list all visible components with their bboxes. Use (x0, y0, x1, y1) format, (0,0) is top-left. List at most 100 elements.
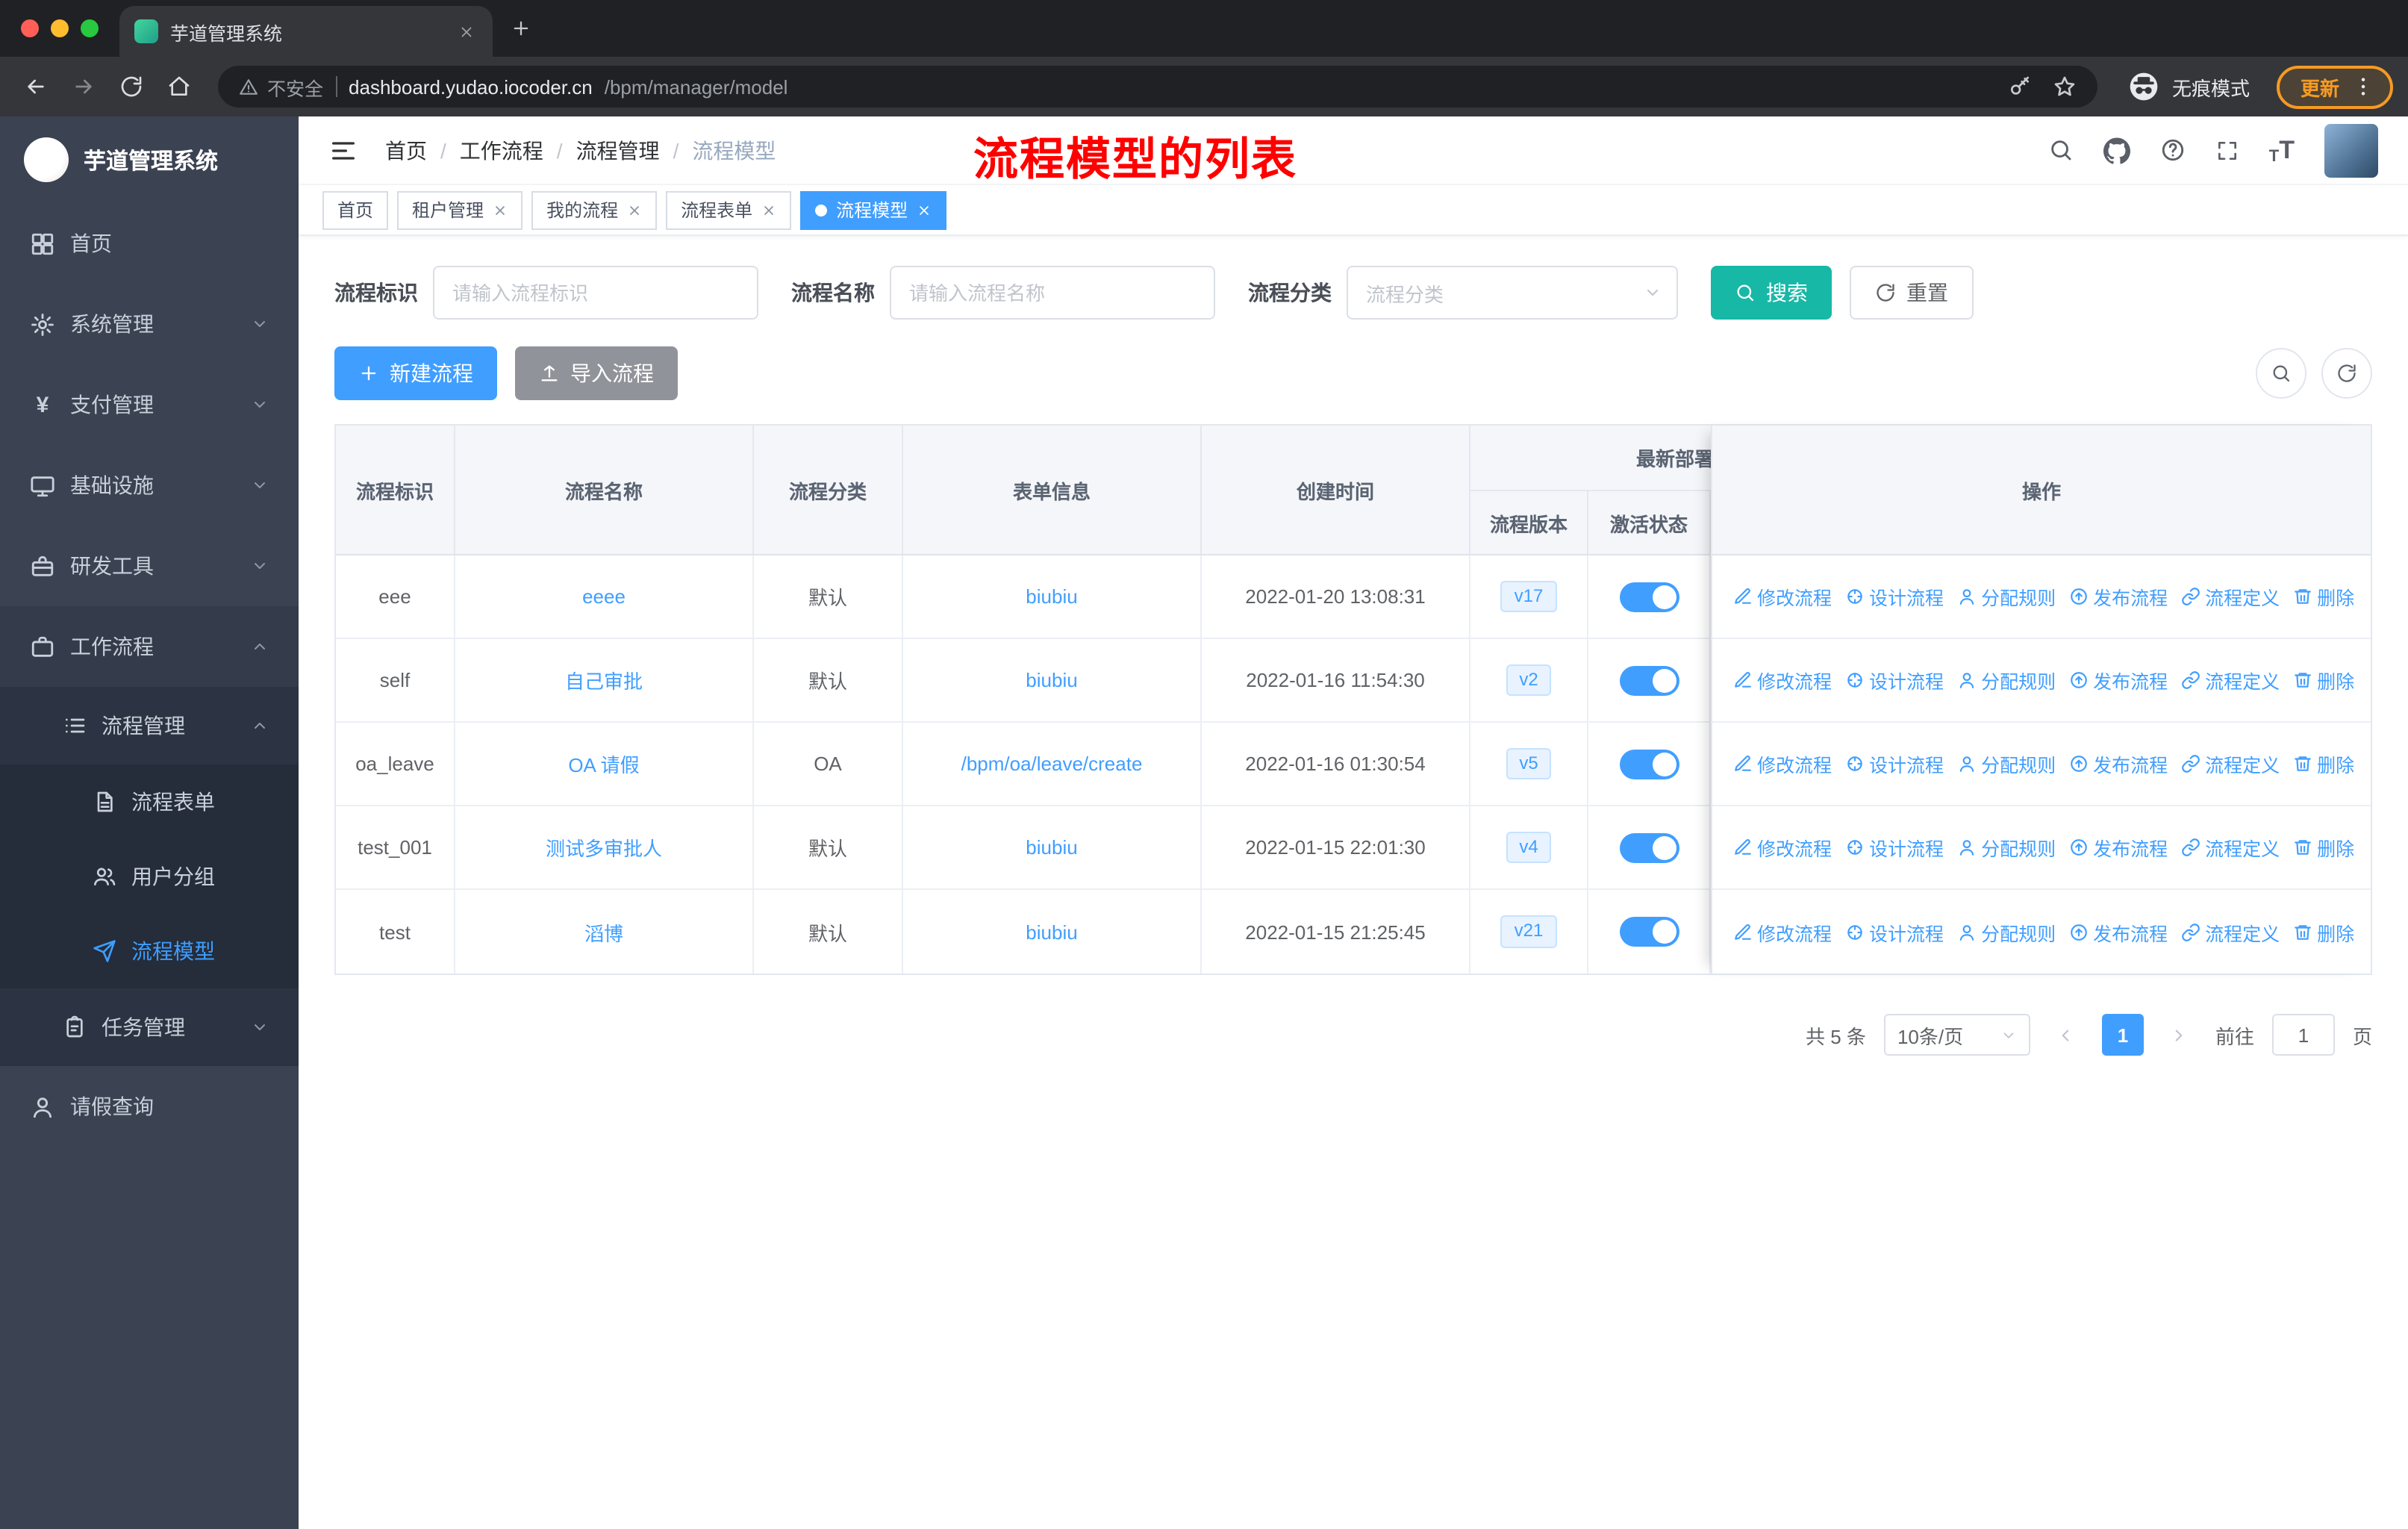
reload-button[interactable] (110, 66, 152, 108)
zoom-window-button[interactable] (81, 19, 99, 37)
form-info-link[interactable]: biubiu (1026, 836, 1077, 859)
category-select[interactable]: 流程分类 (1347, 266, 1678, 320)
tag-tenant[interactable]: 租户管理 (397, 190, 523, 229)
process-definition-link[interactable]: 流程定义 (2181, 582, 2280, 611)
delete-link[interactable]: 删除 (2293, 750, 2354, 778)
active-toggle[interactable] (1619, 749, 1679, 779)
publish-process-link[interactable]: 发布流程 (2069, 582, 2168, 611)
publish-process-link[interactable]: 发布流程 (2069, 833, 2168, 862)
tag-my-process[interactable]: 我的流程 (531, 190, 658, 229)
prev-page-button[interactable] (2048, 1014, 2084, 1056)
goto-page-input[interactable] (2271, 1014, 2335, 1056)
forward-button[interactable] (63, 66, 105, 108)
process-definition-link[interactable]: 流程定义 (2181, 833, 2280, 862)
edit-process-link[interactable]: 修改流程 (1733, 833, 1832, 862)
fullscreen-icon[interactable] (2215, 138, 2239, 162)
font-size-icon[interactable]: TT (2269, 135, 2295, 165)
form-info-link[interactable]: biubiu (1026, 669, 1077, 691)
collapse-sidebar-icon[interactable] (328, 135, 358, 165)
edit-process-link[interactable]: 修改流程 (1733, 750, 1832, 778)
delete-link[interactable]: 删除 (2293, 833, 2354, 862)
form-info-link[interactable]: /bpm/oa/leave/create (961, 753, 1143, 775)
search-button[interactable]: 搜索 (1711, 266, 1832, 320)
active-toggle[interactable] (1619, 665, 1679, 695)
sidebar-item-payment[interactable]: ¥ 支付管理 (0, 364, 299, 445)
search-icon[interactable] (2048, 137, 2074, 163)
process-name-link[interactable]: OA 请假 (568, 750, 639, 778)
close-icon[interactable] (493, 202, 508, 217)
delete-link[interactable]: 删除 (2293, 918, 2354, 946)
browser-update-button[interactable]: 更新 (2276, 65, 2393, 108)
browser-menu-icon[interactable] (2351, 75, 2375, 99)
address-bar[interactable]: 不安全 dashboard.yudao.iocoder.cn/bpm/manag… (218, 66, 2097, 108)
security-chip[interactable]: 不安全 (239, 72, 323, 101)
minimize-window-button[interactable] (51, 19, 69, 37)
tab-close-icon[interactable] (454, 19, 478, 43)
close-icon[interactable] (627, 202, 642, 217)
process-name-link[interactable]: 测试多审批人 (546, 833, 662, 862)
process-name-link[interactable]: 自己审批 (565, 666, 643, 694)
sidebar-item-workflow[interactable]: 工作流程 (0, 606, 299, 687)
process-definition-link[interactable]: 流程定义 (2181, 666, 2280, 694)
sidebar-item-task-management[interactable]: 任务管理 (0, 988, 299, 1066)
process-name-link[interactable]: 滔博 (584, 918, 623, 946)
tag-process-model[interactable]: 流程模型 (800, 190, 947, 229)
show-search-button[interactable] (2256, 348, 2306, 399)
sidebar-item-user-group[interactable]: 用户分组 (0, 839, 299, 914)
github-icon[interactable] (2103, 137, 2130, 164)
process-name-link[interactable]: eeee (582, 585, 626, 608)
design-process-link[interactable]: 设计流程 (1845, 833, 1944, 862)
home-button[interactable] (158, 66, 200, 108)
user-avatar[interactable] (2324, 123, 2378, 177)
edit-process-link[interactable]: 修改流程 (1733, 582, 1832, 611)
tag-home[interactable]: 首页 (322, 190, 389, 229)
active-toggle[interactable] (1619, 917, 1679, 947)
process-definition-link[interactable]: 流程定义 (2181, 918, 2280, 946)
app-logo[interactable]: 芋道管理系统 (0, 116, 299, 203)
design-process-link[interactable]: 设计流程 (1845, 666, 1944, 694)
close-icon[interactable] (917, 202, 932, 217)
sidebar-item-process-model[interactable]: 流程模型 (0, 914, 299, 988)
delete-link[interactable]: 删除 (2293, 666, 2354, 694)
assign-rule-link[interactable]: 分配规则 (1957, 750, 2056, 778)
import-process-button[interactable]: 导入流程 (515, 346, 678, 400)
assign-rule-link[interactable]: 分配规则 (1957, 918, 2056, 946)
page-size-select[interactable]: 10条/页 (1883, 1014, 2030, 1056)
sidebar-item-process-form[interactable]: 流程表单 (0, 764, 299, 839)
sidebar-item-leave-query[interactable]: 请假查询 (0, 1066, 299, 1147)
form-info-link[interactable]: biubiu (1026, 921, 1077, 943)
refresh-table-button[interactable] (2321, 348, 2372, 399)
edit-process-link[interactable]: 修改流程 (1733, 666, 1832, 694)
sidebar-item-system[interactable]: 系统管理 (0, 284, 299, 364)
breadcrumb-item-process-management[interactable]: 流程管理 (576, 135, 660, 165)
tag-process-form[interactable]: 流程表单 (666, 190, 792, 229)
help-icon[interactable] (2160, 137, 2186, 163)
assign-rule-link[interactable]: 分配规则 (1957, 833, 2056, 862)
create-process-button[interactable]: 新建流程 (334, 346, 497, 400)
page-1-button[interactable]: 1 (2101, 1014, 2144, 1056)
browser-tab[interactable]: 芋道管理系统 (119, 6, 493, 57)
assign-rule-link[interactable]: 分配规则 (1957, 582, 2056, 611)
publish-process-link[interactable]: 发布流程 (2069, 918, 2168, 946)
design-process-link[interactable]: 设计流程 (1845, 750, 1944, 778)
back-button[interactable] (15, 66, 57, 108)
sidebar-item-home[interactable]: 首页 (0, 203, 299, 284)
design-process-link[interactable]: 设计流程 (1845, 582, 1944, 611)
reset-button[interactable]: 重置 (1850, 266, 1974, 320)
sidebar-item-dev-tools[interactable]: 研发工具 (0, 526, 299, 606)
close-window-button[interactable] (21, 19, 39, 37)
process-name-input[interactable] (890, 266, 1215, 320)
publish-process-link[interactable]: 发布流程 (2069, 666, 2168, 694)
next-page-button[interactable] (2162, 1014, 2198, 1056)
new-tab-button[interactable] (499, 6, 543, 51)
process-id-input[interactable] (433, 266, 758, 320)
password-key-icon[interactable] (2008, 75, 2032, 99)
active-toggle[interactable] (1619, 582, 1679, 611)
edit-process-link[interactable]: 修改流程 (1733, 918, 1832, 946)
close-icon[interactable] (761, 202, 776, 217)
breadcrumb-item-workflow[interactable]: 工作流程 (460, 135, 543, 165)
delete-link[interactable]: 删除 (2293, 582, 2354, 611)
bookmark-star-icon[interactable] (2053, 75, 2077, 99)
publish-process-link[interactable]: 发布流程 (2069, 750, 2168, 778)
form-info-link[interactable]: biubiu (1026, 585, 1077, 608)
